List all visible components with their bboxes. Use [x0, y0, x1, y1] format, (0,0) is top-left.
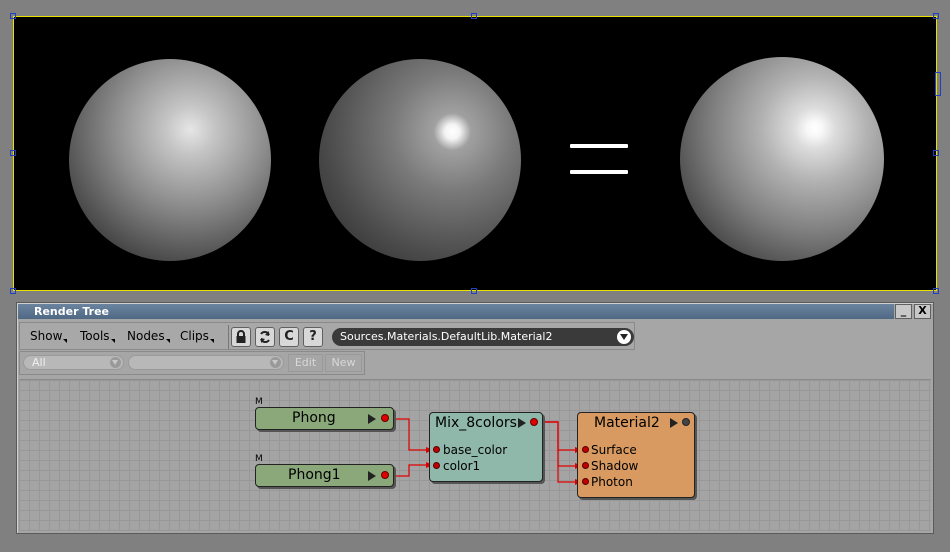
- phong-node[interactable]: Phong: [255, 407, 394, 430]
- material2-node[interactable]: Material2 Surface Shadow Photon: [577, 412, 695, 498]
- shadow-input-port[interactable]: [582, 462, 589, 469]
- phong-output-port[interactable]: [381, 414, 389, 422]
- play-icon[interactable]: [368, 414, 376, 424]
- color1-input-port[interactable]: [433, 462, 440, 469]
- phong1-marker: M: [255, 454, 263, 464]
- phong1-node[interactable]: Phong1: [255, 464, 394, 487]
- material-output-port[interactable]: [682, 418, 690, 426]
- photon-input-label: Photon: [591, 475, 633, 489]
- base-color-input-port[interactable]: [433, 446, 440, 453]
- play-icon[interactable]: [368, 471, 376, 481]
- play-icon[interactable]: [670, 418, 678, 428]
- mix-node-title: Mix_8colors: [435, 415, 517, 431]
- base-color-input-label: base_color: [443, 443, 508, 457]
- surface-input-port[interactable]: [582, 446, 589, 453]
- shadow-input-label: Shadow: [591, 459, 639, 473]
- material-node-title: Material2: [594, 415, 660, 431]
- phong-node-title: Phong: [292, 410, 336, 426]
- surface-input-label: Surface: [591, 443, 637, 457]
- mix-output-port[interactable]: [530, 418, 538, 426]
- play-icon[interactable]: [518, 418, 526, 428]
- phong1-node-title: Phong1: [288, 467, 341, 483]
- photon-input-port[interactable]: [582, 478, 589, 485]
- phong1-output-port[interactable]: [381, 471, 389, 479]
- mix-8colors-node[interactable]: Mix_8colors base_color color1: [429, 412, 543, 482]
- color1-input-label: color1: [443, 459, 481, 473]
- phong-marker: M: [255, 397, 263, 407]
